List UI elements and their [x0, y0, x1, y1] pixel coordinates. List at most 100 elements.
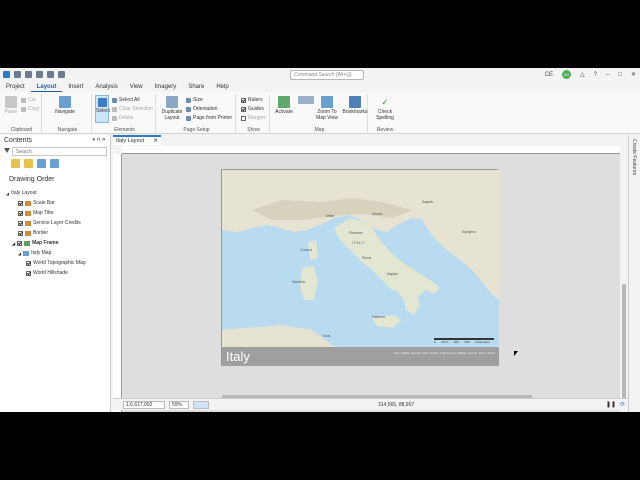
map-frame[interactable]: ITALY Rome Naples Milan Venice Florence …	[222, 170, 499, 350]
create-features-pane[interactable]: Create Features	[628, 135, 640, 412]
tab-analysis[interactable]: Analysis	[89, 82, 123, 92]
scale-selector[interactable]: 1:6,617,092	[123, 401, 165, 409]
contents-pane: Contents ▾ ⊓ ✕ Search Drawing Order ◢ Ita…	[0, 135, 111, 412]
list-by-selection-icon[interactable]	[37, 159, 46, 168]
page-from-printer-button[interactable]: Page from Printer	[186, 115, 232, 121]
refresh-icon[interactable]: ⟳	[620, 401, 625, 408]
size-button[interactable]: Size	[186, 97, 203, 103]
help-icon[interactable]: ?	[594, 72, 597, 78]
list-item[interactable]: Map Title	[0, 208, 110, 218]
bookmarks-button[interactable]: Bookmarks	[342, 96, 368, 115]
save-icon[interactable]	[36, 71, 43, 78]
place-label: Sardinia	[292, 280, 305, 284]
zoom-level-selector[interactable]: 59%	[169, 401, 189, 409]
layout-canvas[interactable]: ITALY Rome Naples Milan Venice Florence …	[122, 154, 620, 412]
vertical-ruler[interactable]	[113, 154, 122, 412]
tab-share[interactable]: Share	[182, 82, 210, 92]
layer-checkbox[interactable]	[18, 210, 23, 216]
tab-italy-layout[interactable]: Italy Layout ✕	[113, 135, 161, 145]
close-icon[interactable]: ✕	[631, 71, 636, 78]
tab-layout[interactable]: Layout	[30, 82, 63, 92]
map-title[interactable]: Italy	[226, 349, 250, 364]
horizontal-scrollbar[interactable]	[122, 394, 620, 398]
margins-toggle[interactable]: Margins	[241, 115, 266, 121]
drawing-order-icon[interactable]	[11, 159, 20, 168]
scale-bar[interactable]: 0 62.5 125 250 Kilometers	[434, 338, 494, 344]
list-item[interactable]: Scale Bar	[0, 198, 110, 208]
list-item[interactable]: World Hillshade	[0, 268, 110, 278]
layer-checkbox[interactable]	[26, 270, 31, 276]
status-bar: 1:6,617,092 59% 314,565, 88,907 ❚❚ ⟳	[113, 395, 628, 410]
list-item[interactable]: ◢ Map Frame	[0, 238, 110, 248]
horizontal-scroll-thumb[interactable]	[222, 395, 532, 398]
rulers-label: Rulers	[248, 97, 263, 103]
layer-checkbox[interactable]	[18, 230, 23, 236]
command-search-input[interactable]: Command Search (Alt+Q)	[290, 70, 364, 80]
new-project-icon[interactable]	[14, 71, 21, 78]
collapse-arrow-icon[interactable]: ◢	[6, 191, 9, 196]
layer-checkbox[interactable]	[18, 200, 23, 206]
service-layer-credits[interactable]: Esri, HERE, Garmin, FAO, NOAA, USGS, Esr…	[394, 351, 495, 355]
list-item[interactable]: World Topographic Map	[0, 258, 110, 268]
horizontal-ruler[interactable]	[122, 146, 620, 154]
collapse-arrow-icon[interactable]: ◢	[18, 251, 21, 256]
notification-icon[interactable]: △	[580, 71, 585, 78]
list-by-data-source-icon[interactable]	[24, 159, 33, 168]
map-title-bar[interactable]: Italy Esri, HERE, Garmin, FAO, NOAA, USG…	[222, 347, 499, 366]
guides-toggle[interactable]: Guides	[241, 106, 264, 112]
close-tab-icon[interactable]: ✕	[153, 138, 158, 144]
rulers-toggle[interactable]: Rulers	[241, 97, 262, 103]
pane-controls[interactable]: ▾ ⊓ ✕	[93, 137, 106, 143]
avatar[interactable]: IM	[562, 70, 572, 79]
clipboard-group-label: Clipboard	[10, 127, 33, 133]
redo-icon[interactable]	[58, 71, 65, 78]
contents-search-input[interactable]: Search	[12, 147, 107, 156]
maximize-icon[interactable]: □	[618, 72, 622, 78]
create-features-label[interactable]: Create Features	[631, 139, 637, 175]
list-item[interactable]: Border	[0, 228, 110, 238]
tab-project[interactable]: Project	[0, 82, 31, 92]
title-bar-right: CE IM △ ? – □ ✕	[545, 70, 636, 79]
tab-view[interactable]: View	[124, 82, 149, 92]
check-spelling-button[interactable]: ✓ Check Spelling	[373, 96, 397, 121]
vertical-scroll-thumb[interactable]	[622, 284, 626, 404]
layout-page[interactable]: ITALY Rome Naples Milan Venice Florence …	[221, 169, 499, 366]
list-item[interactable]: Service Layer Credits	[0, 218, 110, 228]
list-item[interactable]: ◢ Italy Map	[0, 248, 110, 258]
activate-icon	[278, 96, 290, 108]
tab-insert[interactable]: Insert	[62, 82, 89, 92]
open-project-icon[interactable]	[25, 71, 32, 78]
tab-imagery[interactable]: Imagery	[149, 82, 183, 92]
cut-button[interactable]: Cut	[21, 97, 36, 103]
place-label: Sarajevo	[462, 230, 476, 234]
vertical-scrollbar[interactable]	[620, 154, 628, 412]
select-button[interactable]: Select	[95, 95, 110, 123]
list-by-editing-icon[interactable]	[50, 159, 59, 168]
layer-checkbox[interactable]	[26, 260, 31, 266]
pause-drawing-icon[interactable]: ❚❚	[606, 401, 616, 408]
zoom-to-map-view-button[interactable]: Zoom To Map View	[314, 96, 340, 121]
collapse-arrow-icon[interactable]: ◢	[12, 241, 15, 246]
select-all-button[interactable]: Select All	[112, 97, 140, 103]
list-item[interactable]: ◢ Italy Layout	[0, 188, 110, 198]
copy-button[interactable]: Copy	[21, 106, 40, 112]
layout-view-button[interactable]	[193, 401, 209, 409]
margins-checkbox[interactable]	[241, 115, 246, 121]
rulers-checkbox[interactable]	[241, 97, 246, 103]
activate-button[interactable]: Activate	[274, 96, 294, 115]
layer-checkbox[interactable]	[17, 240, 23, 246]
user-initials[interactable]: CE	[545, 72, 553, 78]
layer-checkbox[interactable]	[18, 220, 23, 226]
navigate-button[interactable]: Navigate	[50, 96, 80, 115]
orientation-button[interactable]: Orientation	[186, 106, 217, 112]
paste-button[interactable]: Paste	[4, 96, 18, 115]
guides-checkbox[interactable]	[241, 106, 246, 112]
filter-icon[interactable]	[4, 148, 10, 154]
undo-icon[interactable]	[47, 71, 54, 78]
duplicate-layout-button[interactable]: Duplicate Layout	[160, 96, 184, 121]
tab-help[interactable]: Help	[210, 82, 234, 92]
minimize-icon[interactable]: –	[606, 72, 609, 78]
map-nav-buttons[interactable]	[296, 96, 316, 105]
delete-button[interactable]: Delete	[112, 115, 133, 121]
clear-selection-button[interactable]: Clear Selection	[112, 106, 153, 112]
